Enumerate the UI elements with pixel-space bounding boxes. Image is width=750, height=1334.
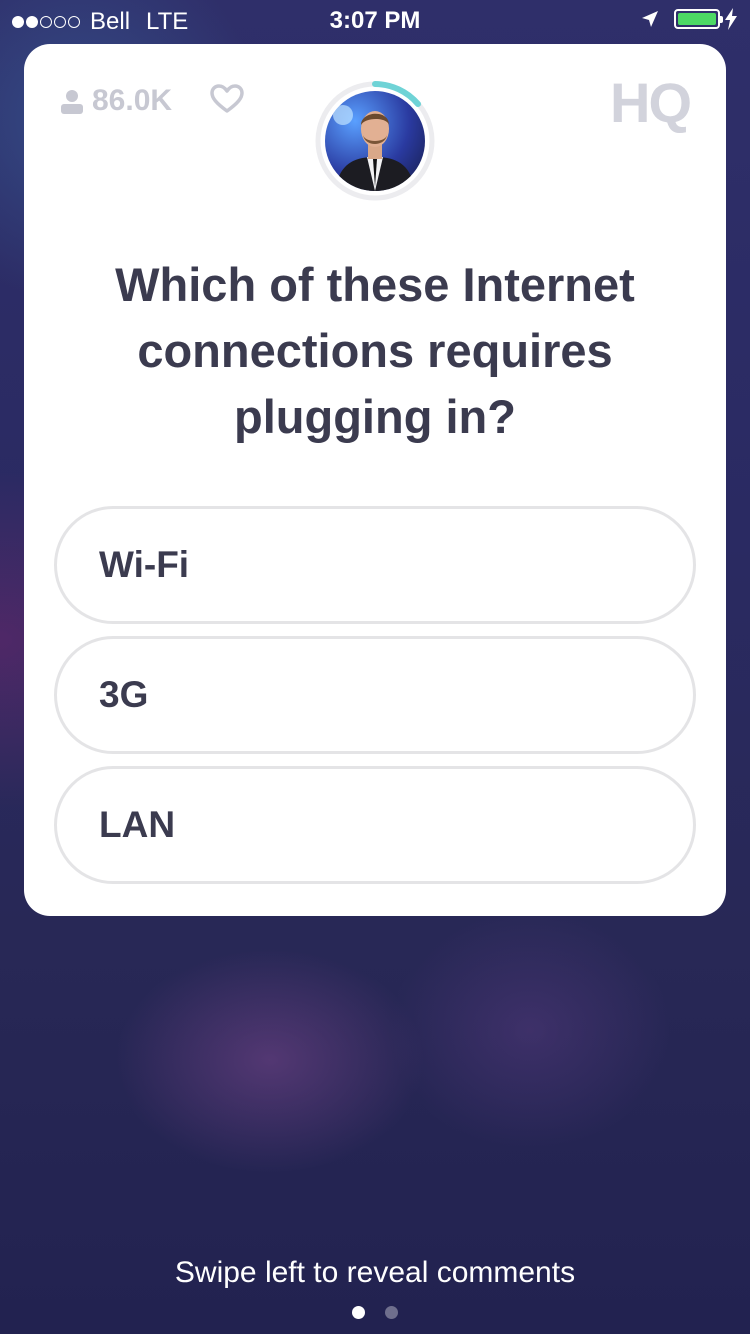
answer-label: Wi-Fi — [99, 544, 190, 585]
heart-icon[interactable] — [210, 84, 244, 114]
answer-label: LAN — [99, 804, 176, 845]
answer-label: 3G — [99, 674, 149, 715]
question-text: Which of these Internet connections requ… — [115, 258, 635, 443]
swipe-hint: Swipe left to reveal comments — [174, 1256, 576, 1289]
status-bar: Bell LTE 3:07 PM — [0, 0, 750, 40]
status-time: 3:07 PM — [329, 7, 421, 34]
host-photo — [325, 91, 425, 191]
battery-level — [678, 13, 716, 25]
answer-option-1[interactable]: Wi-Fi — [54, 506, 696, 624]
charging-bolt-icon — [725, 8, 737, 30]
answer-option-2[interactable]: 3G — [54, 636, 696, 754]
battery-icon — [674, 9, 723, 29]
host-avatar — [314, 80, 436, 202]
answer-option-3[interactable]: LAN — [54, 766, 696, 884]
viewer-count-value: 86.0K — [92, 84, 173, 117]
page-indicator[interactable] — [0, 1306, 750, 1319]
page-dot[interactable] — [385, 1306, 398, 1319]
person-icon — [61, 90, 83, 114]
hq-logo: HQ — [610, 71, 692, 134]
page-dot-active[interactable] — [352, 1306, 365, 1319]
question-card: 86.0K HQ Which of these Internet connect… — [24, 44, 726, 916]
host-figure — [333, 105, 415, 191]
status-right — [640, 8, 738, 30]
location-arrow-icon — [642, 11, 658, 27]
viewer-count: 86.0K — [60, 84, 172, 118]
